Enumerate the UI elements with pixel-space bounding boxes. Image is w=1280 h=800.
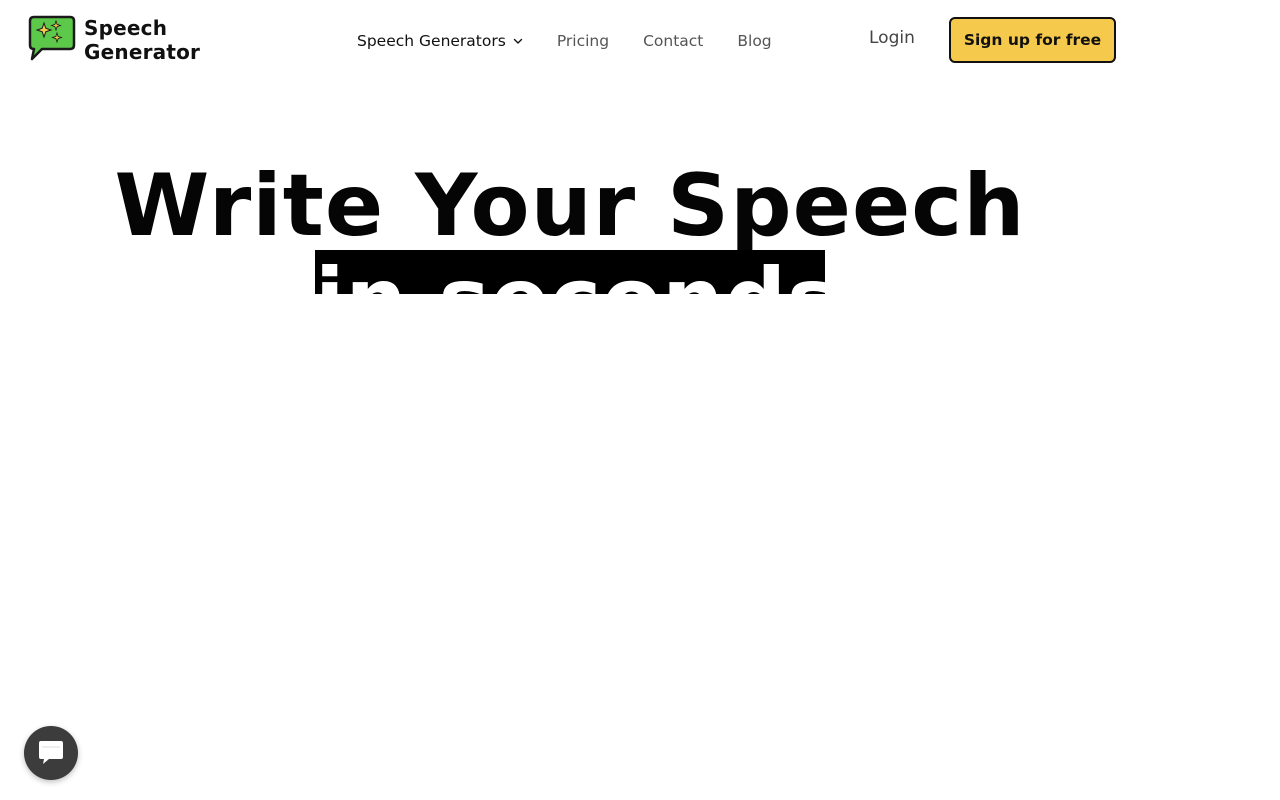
hero-highlight-box: in seconds [315,250,825,294]
logo-link[interactable]: Speech Generator [24,14,200,66]
main-nav: Speech Generators Pricing Contact Blog [357,28,806,54]
chat-widget-button[interactable] [24,726,78,780]
nav-item-label: Pricing [556,32,610,50]
nav-item-speech-generators[interactable]: Speech Generators [357,32,523,50]
nav-item-label: Blog [737,32,772,50]
hero-highlight-text: in seconds [315,252,825,294]
speech-bubble-sparkle-icon [28,15,76,61]
signup-button[interactable]: Sign up for free [949,17,1116,63]
chat-bubble-icon [39,741,63,764]
nav-item-pricing[interactable]: Pricing [557,32,609,50]
logo-text: Speech Generator [84,16,200,64]
hero-title: Write Your Speech [114,156,1026,256]
nav-item-label: Speech Generators [357,32,506,50]
nav-item-blog[interactable]: Blog [737,32,771,50]
login-link[interactable]: Login [869,28,915,48]
logo-line1: Speech [84,16,168,40]
nav-item-contact[interactable]: Contact [643,32,703,50]
page: Speech Generator Speech Generators Prici… [0,0,1280,800]
chevron-down-icon [513,38,523,44]
logo-line2: Generator [84,40,201,64]
nav-item-label: Contact [643,32,704,50]
